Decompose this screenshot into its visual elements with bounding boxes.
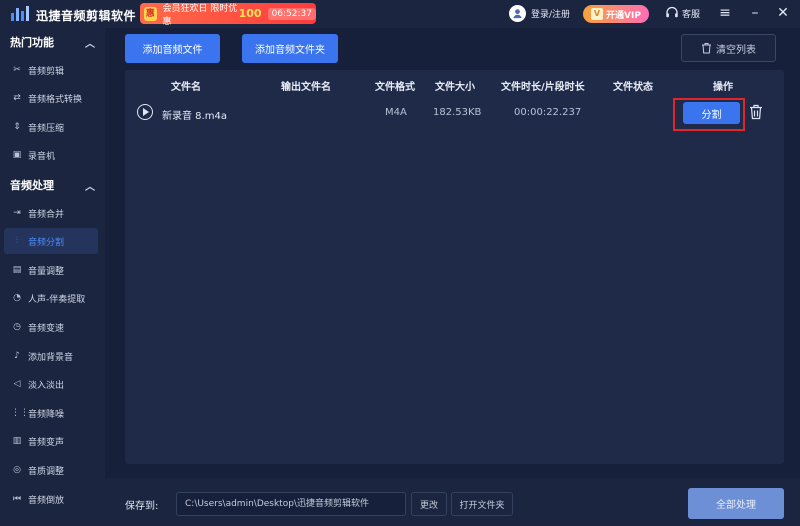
promo-banner[interactable]: 惠 会员狂欢日 限时优惠 100 06:52:37 — [140, 3, 316, 27]
section-hot-features[interactable]: 热门功能 ︿ — [0, 29, 105, 55]
customer-service-button[interactable]: 客服 — [665, 6, 700, 20]
compress-icon: ⇕ — [13, 122, 21, 132]
sidebar-item-label: 音频压缩 — [28, 123, 65, 134]
sidebar: 热门功能 ︿ ✂ 音频剪辑 ⇄ 音频格式转换 ⇕ 音频压缩 ▣ 录音机 音频处理… — [0, 28, 105, 526]
bottom-bar: 保存到: C:\Users\admin\Desktop\迅捷音频剪辑软件 更改 … — [105, 478, 800, 526]
clear-list-label: 清空列表 — [716, 44, 756, 56]
speed-icon: ◷ — [13, 322, 21, 332]
app-logo-icon — [11, 6, 29, 21]
reverse-icon: ⏮ — [12, 494, 22, 504]
quality-icon: ◎ — [13, 465, 21, 475]
voice-change-icon: ▥ — [12, 436, 22, 446]
process-all-button[interactable]: 全部处理 — [688, 488, 784, 519]
minimize-icon[interactable]: – — [746, 4, 764, 22]
sidebar-item-label: 添加背景音 — [28, 352, 74, 363]
recorder-icon: ▣ — [12, 150, 22, 160]
music-icon: ♪ — [14, 351, 20, 361]
sidebar-item-format-convert[interactable]: ⇄ 音频格式转换 — [4, 85, 98, 111]
service-label: 客服 — [682, 9, 701, 20]
vip-label: 开通VIP — [606, 10, 641, 21]
sidebar-item-voice-extract[interactable]: ◔ 人声-伴奏提取 — [4, 285, 98, 311]
split-button[interactable]: 分割 — [683, 102, 740, 124]
sidebar-item-label: 录音机 — [28, 151, 56, 162]
split-icon: ⫶ — [15, 236, 19, 246]
column-header-status: 文件状态 — [613, 82, 653, 93]
sidebar-item-label: 人声-伴奏提取 — [28, 294, 86, 305]
format-cell: M4A — [385, 107, 407, 118]
sidebar-item-compress[interactable]: ⇕ 音频压缩 — [4, 114, 98, 140]
size-cell: 182.53KB — [433, 107, 482, 118]
chevron-up-icon: ︿ — [85, 39, 95, 50]
sidebar-item-fade[interactable]: ◁ 淡入淡出 — [4, 371, 98, 397]
fade-icon: ◁ — [13, 379, 21, 389]
delete-icon[interactable] — [749, 104, 763, 120]
trash-icon — [702, 43, 711, 54]
sidebar-item-voice-change[interactable]: ▥ 音频变声 — [4, 428, 98, 454]
sidebar-item-audio-edit[interactable]: ✂ 音频剪辑 — [4, 57, 98, 83]
sidebar-item-denoise[interactable]: ⋮⋮ 音频降噪 — [4, 400, 98, 426]
sidebar-item-label: 音频降噪 — [28, 409, 65, 420]
headset-icon — [666, 6, 678, 18]
play-icon[interactable] — [137, 104, 153, 120]
change-path-button[interactable]: 更改 — [411, 492, 447, 516]
close-icon[interactable]: ✕ — [774, 4, 792, 22]
open-folder-button[interactable]: 打开文件夹 — [451, 492, 513, 516]
voice-icon: ◔ — [13, 293, 21, 303]
save-to-label: 保存到: — [125, 501, 159, 512]
clear-list-button[interactable]: 清空列表 — [681, 34, 776, 62]
column-header-size: 文件大小 — [435, 82, 475, 93]
gift-icon: 惠 — [144, 6, 157, 21]
title-bar: 迅捷音频剪辑软件 惠 会员狂欢日 限时优惠 100 06:52:37 登录/注册… — [0, 0, 800, 28]
promo-timer: 06:52:37 — [267, 7, 316, 20]
avatar-icon — [509, 5, 526, 22]
chevron-up-icon: ︿ — [85, 182, 95, 193]
sidebar-item-volume[interactable]: ▤ 音量调整 — [4, 257, 98, 283]
file-table: 文件名 输出文件名 文件格式 文件大小 文件时长/片段时长 文件状态 操作 新录… — [125, 70, 784, 464]
sidebar-item-label: 音频格式转换 — [28, 94, 83, 105]
login-label: 登录/注册 — [531, 10, 571, 20]
section-audio-processing[interactable]: 音频处理 ︿ — [0, 172, 105, 198]
sidebar-item-label: 音频倒放 — [28, 495, 65, 506]
file-name-cell: 新录音 8.m4a — [162, 111, 227, 122]
sidebar-item-quality[interactable]: ◎ 音质调整 — [4, 457, 98, 483]
section-title: 音频处理 — [10, 179, 54, 192]
scissors-icon: ✂ — [13, 65, 21, 75]
sidebar-item-split[interactable]: ⫶ 音频分割 — [4, 228, 98, 254]
column-header-output-name: 输出文件名 — [281, 82, 331, 93]
sidebar-item-label: 音量调整 — [28, 266, 65, 277]
add-audio-folder-button[interactable]: 添加音频文件夹 — [242, 34, 338, 63]
sidebar-item-speed[interactable]: ◷ 音频变速 — [4, 314, 98, 340]
column-header-duration: 文件时长/片段时长 — [501, 82, 585, 93]
sidebar-item-label: 音频分割 — [28, 237, 65, 248]
denoise-icon: ⋮⋮ — [11, 408, 29, 418]
sidebar-item-merge[interactable]: ⇥ 音频合并 — [4, 200, 98, 226]
add-audio-file-button[interactable]: 添加音频文件 — [125, 34, 220, 63]
app-title: 迅捷音频剪辑软件 — [36, 9, 137, 23]
output-path-field[interactable]: C:\Users\admin\Desktop\迅捷音频剪辑软件 — [176, 492, 406, 516]
convert-icon: ⇄ — [13, 93, 21, 103]
sidebar-item-label: 音质调整 — [28, 466, 65, 477]
sidebar-item-label: 音频变速 — [28, 323, 65, 334]
sidebar-item-label: 音频剪辑 — [28, 66, 65, 77]
sidebar-item-background-music[interactable]: ♪ 添加背景音 — [4, 343, 98, 369]
table-row[interactable]: 新录音 8.m4a M4A 182.53KB 00:00:22.237 分割 — [125, 98, 784, 131]
sidebar-item-recorder[interactable]: ▣ 录音机 — [4, 142, 98, 168]
menu-icon[interactable]: ≡ — [716, 4, 734, 22]
section-title: 热门功能 — [10, 36, 54, 49]
column-header-filename: 文件名 — [171, 82, 201, 93]
column-header-action: 操作 — [713, 82, 733, 93]
sidebar-item-label: 音频合并 — [28, 209, 65, 220]
sidebar-item-label: 音频变声 — [28, 437, 65, 448]
merge-icon: ⇥ — [13, 208, 21, 218]
promo-number: 100 — [238, 7, 262, 20]
volume-icon: ▤ — [12, 265, 22, 275]
vip-badge-icon: V — [591, 8, 604, 20]
promo-text: 会员狂欢日 限时优惠 — [162, 3, 238, 27]
vip-button[interactable]: V 开通VIP — [583, 5, 649, 23]
duration-cell: 00:00:22.237 — [514, 107, 582, 118]
column-header-format: 文件格式 — [375, 82, 415, 93]
login-button[interactable]: 登录/注册 — [509, 5, 570, 22]
sidebar-item-reverse[interactable]: ⏮ 音频倒放 — [4, 486, 98, 512]
sidebar-item-label: 淡入淡出 — [28, 380, 65, 391]
